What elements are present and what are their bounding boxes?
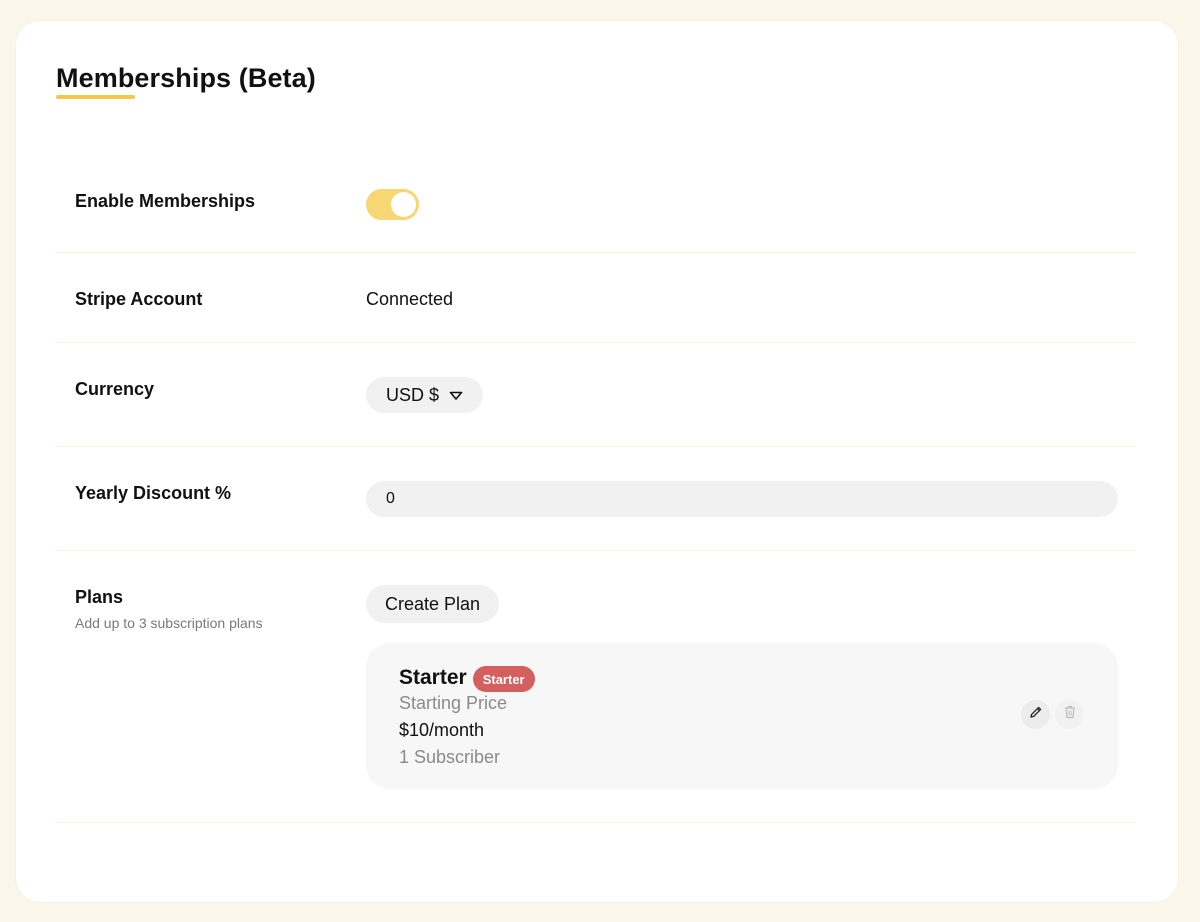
enable-memberships-label: Enable Memberships xyxy=(75,191,256,211)
title-underline xyxy=(56,95,135,99)
plans-sublabel: Add up to 3 subscription plans xyxy=(75,615,263,631)
page-title: Memberships (Beta) xyxy=(56,63,316,93)
delete-plan-button[interactable] xyxy=(1055,700,1084,729)
plan-badge: Starter xyxy=(472,666,535,692)
toggle-knob xyxy=(391,192,416,217)
row-yearly-discount: Yearly Discount % 0 xyxy=(56,447,1136,551)
yearly-discount-label: Yearly Discount % xyxy=(75,483,232,503)
row-stripe-account: Stripe Account Connected xyxy=(56,253,1136,343)
currency-label: Currency xyxy=(75,379,155,399)
currency-select[interactable]: USD $ xyxy=(366,377,484,413)
trash-icon xyxy=(1064,705,1076,724)
stripe-account-label: Stripe Account xyxy=(75,289,203,309)
row-currency: Currency USD $ xyxy=(56,343,1136,447)
edit-plan-button[interactable] xyxy=(1021,700,1050,729)
enable-memberships-toggle[interactable] xyxy=(366,189,419,220)
plan-price-label: Starting Price xyxy=(399,693,508,713)
currency-selected-value: USD $ xyxy=(386,384,440,405)
memberships-card: Memberships (Beta) Enable Memberships St… xyxy=(16,21,1178,902)
row-plans: Plans Add up to 3 subscription plans Cre… xyxy=(56,551,1136,823)
chevron-down-icon xyxy=(449,385,463,406)
plan-price: $10/month xyxy=(399,720,485,740)
plans-label: Plans xyxy=(75,587,124,607)
plan-name: Starter xyxy=(399,666,467,689)
row-enable-memberships: Enable Memberships xyxy=(56,155,1136,253)
yearly-discount-input[interactable]: 0 xyxy=(366,481,1118,517)
plan-subscribers: 1 Subscriber xyxy=(399,747,501,767)
stripe-account-status: Connected xyxy=(366,289,454,309)
pencil-icon xyxy=(1029,705,1043,724)
plan-card: Starter Starter Starting Price $10/month… xyxy=(366,643,1118,789)
create-plan-button[interactable]: Create Plan xyxy=(366,585,500,623)
